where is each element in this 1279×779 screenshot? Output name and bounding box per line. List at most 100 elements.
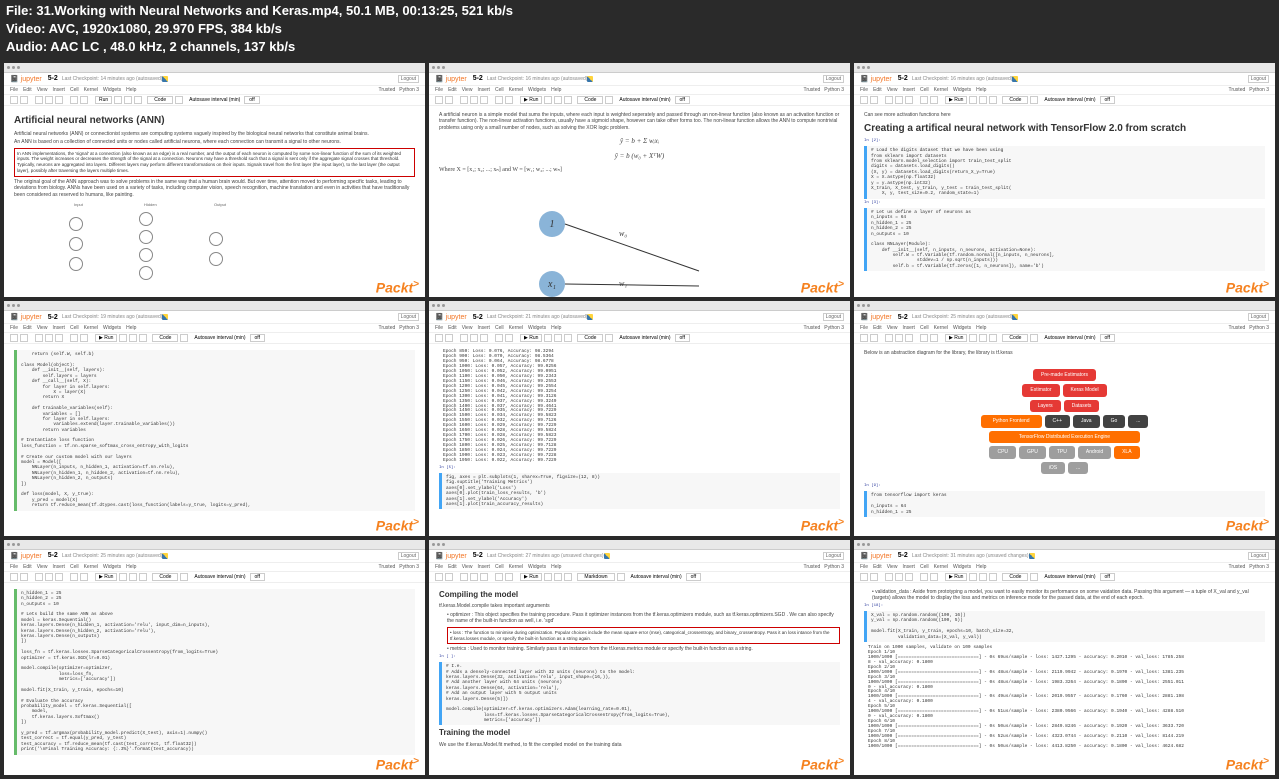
paste-button[interactable]	[55, 334, 63, 342]
menu-edit[interactable]: Edit	[448, 87, 457, 93]
menu-file[interactable]: File	[860, 87, 868, 93]
menu-edit[interactable]: Edit	[23, 325, 32, 331]
paste-button[interactable]	[905, 96, 913, 104]
down-button[interactable]	[80, 573, 88, 581]
kernel-name[interactable]: Python 3	[1249, 564, 1269, 570]
restart-button[interactable]	[554, 573, 562, 581]
restart-run-button[interactable]	[989, 334, 997, 342]
logout-button[interactable]: Logout	[398, 75, 419, 83]
restart-run-button[interactable]	[564, 334, 572, 342]
up-button[interactable]	[920, 334, 928, 342]
autosave-select[interactable]: off	[244, 96, 259, 104]
menu-insert[interactable]: Insert	[52, 325, 65, 331]
down-button[interactable]	[930, 334, 938, 342]
menu-help[interactable]: Help	[551, 87, 561, 93]
notebook-title[interactable]: 5-2	[898, 552, 908, 559]
autosave-select[interactable]: off	[1100, 334, 1115, 342]
restart-button[interactable]	[554, 334, 562, 342]
cell-type-select[interactable]: Markdown	[577, 573, 614, 581]
command-palette-button[interactable]	[180, 334, 188, 342]
menu-help[interactable]: Help	[126, 87, 136, 93]
stop-button[interactable]	[969, 573, 977, 581]
menu-kernel[interactable]: Kernel	[509, 564, 523, 570]
menu-help[interactable]: Help	[126, 564, 136, 570]
menu-cell[interactable]: Cell	[495, 564, 504, 570]
add-cell-button[interactable]	[445, 96, 453, 104]
down-button[interactable]	[930, 96, 938, 104]
copy-button[interactable]	[45, 334, 53, 342]
menu-file[interactable]: File	[10, 564, 18, 570]
thumbnail-6[interactable]: 📓 jupyter 5-2 Last Checkpoint: 25 minute…	[854, 301, 1275, 536]
notebook-title[interactable]: 5-2	[48, 552, 58, 559]
cut-button[interactable]	[460, 96, 468, 104]
menu-view[interactable]: View	[462, 564, 473, 570]
menu-file[interactable]: File	[435, 564, 443, 570]
cell-type-select[interactable]: Code	[1002, 334, 1028, 342]
run-button[interactable]: ▶ Run	[945, 96, 967, 104]
kernel-name[interactable]: Python 3	[824, 564, 844, 570]
up-button[interactable]	[70, 573, 78, 581]
menu-view[interactable]: View	[887, 325, 898, 331]
cell-type-select[interactable]: Code	[577, 334, 603, 342]
add-cell-button[interactable]	[870, 573, 878, 581]
stop-button[interactable]	[119, 573, 127, 581]
menu-cell[interactable]: Cell	[70, 87, 79, 93]
cut-button[interactable]	[885, 334, 893, 342]
menu-insert[interactable]: Insert	[477, 325, 490, 331]
menu-view[interactable]: View	[462, 325, 473, 331]
code-cell[interactable]: from tensorflow import keras n_inputs = …	[864, 491, 1265, 517]
save-button[interactable]	[10, 96, 18, 104]
menu-edit[interactable]: Edit	[873, 87, 882, 93]
save-button[interactable]	[435, 96, 443, 104]
code-cell[interactable]: n_hidden_1 = 25 n_hidden_2 = 25 n_output…	[14, 589, 415, 755]
stop-button[interactable]	[119, 334, 127, 342]
save-button[interactable]	[860, 334, 868, 342]
notebook-title[interactable]: 5-2	[473, 75, 483, 82]
menu-file[interactable]: File	[10, 325, 18, 331]
menu-kernel[interactable]: Kernel	[934, 325, 948, 331]
restart-button[interactable]	[979, 334, 987, 342]
add-cell-button[interactable]	[445, 334, 453, 342]
copy-button[interactable]	[45, 96, 53, 104]
up-button[interactable]	[70, 96, 78, 104]
copy-button[interactable]	[45, 573, 53, 581]
save-button[interactable]	[860, 96, 868, 104]
up-button[interactable]	[70, 334, 78, 342]
menu-edit[interactable]: Edit	[873, 325, 882, 331]
run-button[interactable]: Run	[95, 96, 112, 104]
copy-button[interactable]	[470, 334, 478, 342]
add-cell-button[interactable]	[870, 96, 878, 104]
thumbnail-9[interactable]: 📓 jupyter 5-2 Last Checkpoint: 31 minute…	[854, 540, 1275, 775]
menu-widgets[interactable]: Widgets	[528, 87, 546, 93]
copy-button[interactable]	[895, 573, 903, 581]
code-cell[interactable]: fig, axes = plt.subplots(1, sharex=True,…	[439, 473, 840, 509]
menu-edit[interactable]: Edit	[23, 564, 32, 570]
notebook-title[interactable]: 5-2	[473, 314, 483, 321]
add-cell-button[interactable]	[20, 573, 28, 581]
command-palette-button[interactable]	[1030, 334, 1038, 342]
menu-kernel[interactable]: Kernel	[934, 564, 948, 570]
command-palette-button[interactable]	[180, 573, 188, 581]
code-cell[interactable]: # Load the digits dataset that we have b…	[864, 146, 1265, 199]
menu-insert[interactable]: Insert	[902, 325, 915, 331]
run-button[interactable]: ▶ Run	[95, 334, 117, 342]
add-cell-button[interactable]	[20, 96, 28, 104]
run-button[interactable]: ▶ Run	[520, 96, 542, 104]
menu-edit[interactable]: Edit	[448, 564, 457, 570]
restart-button[interactable]	[979, 96, 987, 104]
restart-button[interactable]	[124, 96, 132, 104]
restart-run-button[interactable]	[564, 573, 572, 581]
down-button[interactable]	[505, 334, 513, 342]
up-button[interactable]	[495, 96, 503, 104]
menu-widgets[interactable]: Widgets	[103, 564, 121, 570]
cell-type-select[interactable]: Code	[577, 96, 603, 104]
menu-insert[interactable]: Insert	[902, 564, 915, 570]
menu-help[interactable]: Help	[976, 325, 986, 331]
thumbnail-3[interactable]: 📓 jupyter 5-2 Last Checkpoint: 16 minute…	[854, 63, 1275, 298]
cell-type-select[interactable]: Code	[152, 573, 178, 581]
autosave-select[interactable]: off	[675, 334, 690, 342]
stop-button[interactable]	[969, 96, 977, 104]
stop-button[interactable]	[969, 334, 977, 342]
cut-button[interactable]	[35, 573, 43, 581]
logout-button[interactable]: Logout	[823, 313, 844, 321]
